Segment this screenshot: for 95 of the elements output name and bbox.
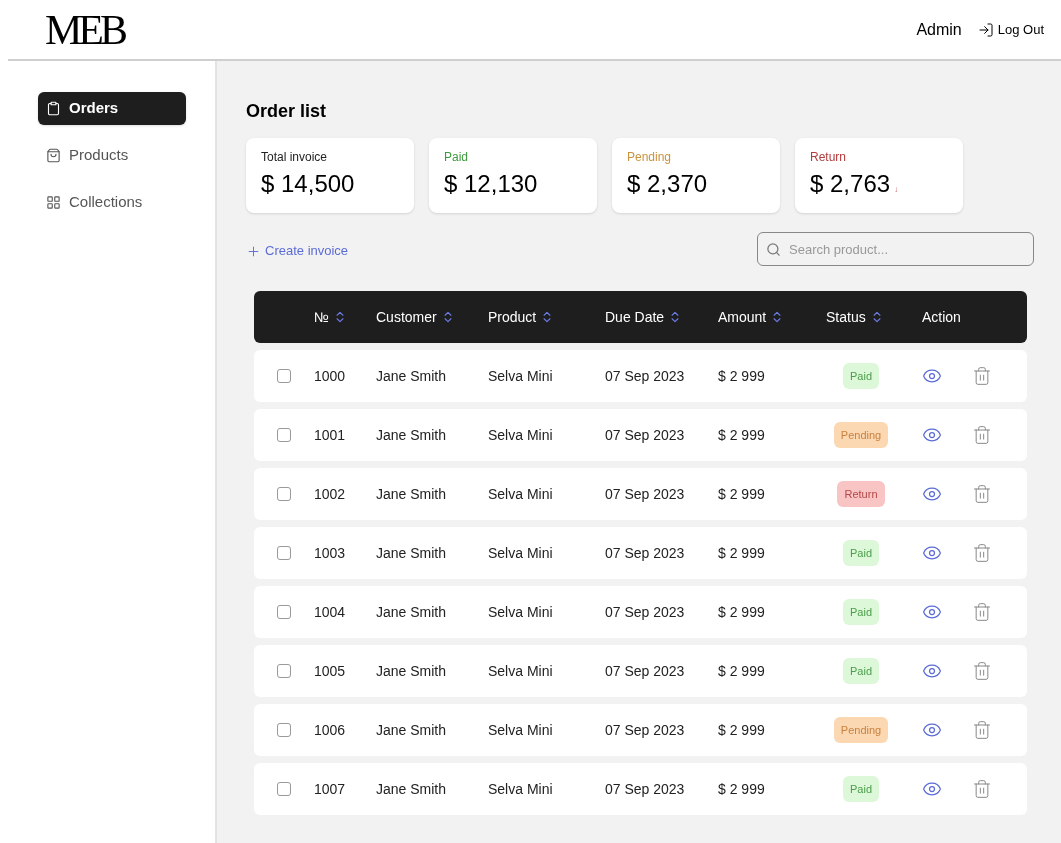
column-header[interactable]: Customer [376,306,455,328]
stat-value: $ 14,500 [261,172,355,196]
trend-arrow: ↓ [894,184,899,196]
table-cell: 1001 [314,426,346,443]
status-badge: Pending [833,716,889,744]
table-cell: 1000 [314,367,346,384]
column-header[interactable]: Action [922,306,961,328]
table-cell: 1004 [314,603,346,620]
table-cell: Selva Mini [488,544,553,561]
status-badge: Paid [843,775,879,803]
table-cell: Selva Mini [488,485,553,502]
table-cell: Selva Mini [488,426,553,443]
stat-label: Total invoice [261,149,329,166]
table-cell: 1003 [314,544,346,561]
grid-icon [46,195,61,210]
table-cell: Jane Smith [376,426,447,443]
stat-label: Paid [444,149,470,166]
table-cell: $ 2 999 [718,721,765,738]
table-cell: Selva Mini [488,780,553,797]
delete-button[interactable] [972,779,992,799]
status-badge: Return [837,480,885,508]
table-cell: $ 2 999 [718,426,765,443]
plus-icon [246,243,261,259]
table-cell: $ 2 999 [718,780,765,797]
delete-button[interactable] [972,543,992,563]
stat-label: Pending [627,149,673,166]
row-checkbox[interactable] [277,428,291,442]
stat-label: Return [810,149,848,166]
table-cell: 1005 [314,662,346,679]
row-checkbox[interactable] [277,369,291,383]
stat-value: $ 12,130 [444,172,538,196]
status-badge: Paid [843,598,879,626]
table-cell: $ 2 999 [718,367,765,384]
table-cell: 07 Sep 2023 [605,662,685,679]
table-cell: Selva Mini [488,367,553,384]
table-cell: Jane Smith [376,721,447,738]
delete-button[interactable] [972,720,992,740]
table-cell: $ 2 999 [718,603,765,620]
nav-item[interactable]: Orders [38,92,186,125]
row-checkbox[interactable] [277,605,291,619]
column-header[interactable]: Due Date [605,306,683,328]
table-cell: $ 2 999 [718,485,765,502]
search-field[interactable]: Search product... [757,232,1034,266]
table-cell: 1006 [314,721,346,738]
table-cell: 07 Sep 2023 [605,544,685,561]
table-cell: 07 Sep 2023 [605,426,685,443]
table-cell: Jane Smith [376,662,447,679]
nav-item[interactable]: Products [38,139,186,172]
table-cell: Jane Smith [376,367,447,384]
logout-icon [977,21,994,38]
status-badge: Paid [843,362,879,390]
stat-value: $ 2,763 [810,172,891,196]
table-cell: $ 2 999 [718,544,765,561]
table-cell: Selva Mini [488,721,553,738]
create-invoice-button[interactable]: Create invoice [246,241,349,261]
status-badge: Paid [843,657,879,685]
clipboard-icon [46,101,61,116]
delete-button[interactable] [972,425,992,445]
stat-value: $ 2,370 [627,172,708,196]
logout-button[interactable]: Log Out [977,19,1044,40]
column-header[interactable]: Amount [718,306,785,328]
table-cell: Jane Smith [376,603,447,620]
row-checkbox[interactable] [277,546,291,560]
row-checkbox[interactable] [277,782,291,796]
table-cell: Jane Smith [376,485,447,502]
table-cell: 07 Sep 2023 [605,780,685,797]
row-checkbox[interactable] [277,723,291,737]
column-header[interactable]: № [314,306,348,328]
delete-button[interactable] [972,366,992,386]
table-cell: Selva Mini [488,603,553,620]
search-icon [766,242,781,257]
table-cell: 07 Sep 2023 [605,721,685,738]
delete-button[interactable] [972,602,992,622]
status-badge: Pending [833,421,889,449]
table-cell: $ 2 999 [718,662,765,679]
user-name: Admin [916,19,962,40]
table-cell: 1002 [314,485,346,502]
bag-icon [46,148,61,163]
delete-button[interactable] [972,484,992,504]
table-cell: 07 Sep 2023 [605,603,685,620]
nav-item[interactable]: Collections [38,186,186,219]
page-title: Order list [246,100,328,123]
logo: MEB [45,8,124,51]
table-cell: Selva Mini [488,662,553,679]
table-cell: Jane Smith [376,544,447,561]
column-header[interactable]: Product [488,306,555,328]
table-cell: 07 Sep 2023 [605,485,685,502]
table-cell: Jane Smith [376,780,447,797]
table-cell: 07 Sep 2023 [605,367,685,384]
delete-button[interactable] [972,661,992,681]
table-cell: 1007 [314,780,346,797]
row-checkbox[interactable] [277,664,291,678]
status-badge: Paid [843,539,879,567]
column-header[interactable]: Status [826,306,884,328]
row-checkbox[interactable] [277,487,291,501]
